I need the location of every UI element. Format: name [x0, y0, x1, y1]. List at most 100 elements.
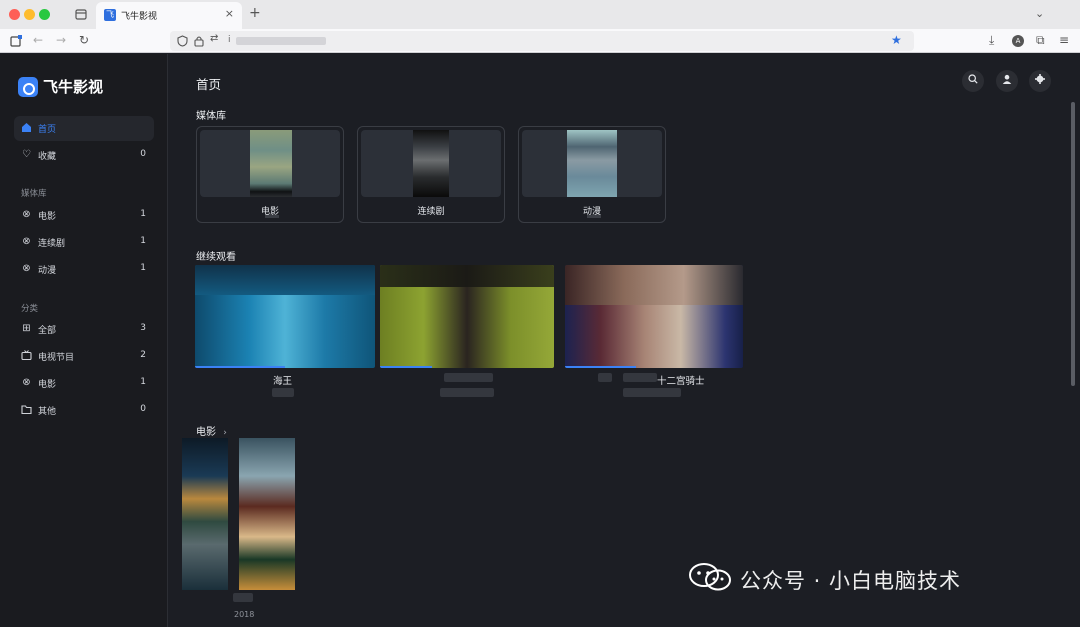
tv-icon — [21, 350, 32, 361]
tab-close-icon[interactable]: × — [225, 7, 234, 20]
continue-card-aquaman[interactable] — [195, 265, 375, 368]
library-card-label: 连续剧 — [417, 207, 445, 217]
downloads-icon[interactable]: ⤓ — [989, 33, 994, 48]
back-icon[interactable]: ← — [33, 33, 43, 47]
sidebar-item-favorites[interactable]: ♡ 收藏 0 — [14, 143, 154, 168]
tab-list-chevron-icon[interactable]: ⌄ — [1035, 7, 1044, 20]
sidebar-item-category-all[interactable]: ⊞ 全部 3 — [14, 317, 154, 342]
film-reel-icon: ⊗ — [22, 377, 31, 388]
minimize-window-button[interactable] — [24, 9, 35, 20]
sidebar-item-count: 3 — [140, 323, 146, 333]
main-content: 首页 媒体库 电影 连续剧 动漫 继续观看 海王 十二宫骑士 电影 › 2018 — [169, 54, 1080, 627]
new-tab-icon[interactable]: + — [249, 5, 261, 21]
sidebar-item-label: 电影 — [38, 380, 57, 390]
sidebar: 飞牛影视 首页 ♡ 收藏 0 媒体库 ⊗ 电影 1 ⊗ 连续剧 1 ⊗ 动漫 1… — [0, 54, 168, 627]
sidebar-item-label: 连续剧 — [38, 239, 66, 249]
watch-progress-bar — [195, 366, 285, 368]
lock-icon[interactable] — [194, 35, 204, 47]
account-icon[interactable]: A — [1012, 35, 1024, 47]
shield-icon[interactable] — [177, 35, 188, 47]
browser-window: 飞 飞牛影视 × + ⌄ ← → ↻ ⇄ i ★ ⤓ A ⧉ ≡ 飞牛影视 首页… — [0, 0, 1080, 627]
movie-poster-2[interactable] — [239, 438, 295, 590]
user-button[interactable] — [996, 70, 1018, 92]
library-card-anime[interactable]: 动漫 — [518, 126, 666, 223]
movie-title-redacted — [233, 593, 253, 602]
library-thumbnail — [361, 130, 501, 197]
continue-card-redacted — [623, 373, 657, 382]
tab-overview-icon[interactable] — [75, 9, 87, 20]
chevron-right-icon: › — [223, 428, 227, 438]
sidebar-item-label: 电影 — [38, 212, 57, 222]
sidebar-item-count: 1 — [140, 209, 146, 219]
sidebar-item-library-series[interactable]: ⊗ 连续剧 1 — [14, 230, 154, 255]
app-name: 飞牛影视 — [43, 78, 104, 96]
sidebar-item-label: 全部 — [38, 326, 57, 336]
url-text: i — [228, 35, 231, 45]
maximize-window-button[interactable] — [39, 9, 50, 20]
movies-heading[interactable]: 电影 › — [196, 423, 227, 438]
sidebar-item-label: 动漫 — [38, 266, 57, 276]
sidebar-item-count: 2 — [140, 350, 146, 360]
wechat-logo-icon — [689, 563, 731, 591]
sidebar-toggle-icon[interactable] — [10, 35, 22, 47]
continue-card-2[interactable] — [380, 265, 554, 368]
sidebar-item-category-other[interactable]: 其他 0 — [14, 398, 154, 423]
category-section-label: 分类 — [21, 304, 39, 314]
library-card-redacted — [587, 215, 601, 218]
settings-button[interactable] — [1029, 70, 1051, 92]
extensions-icon[interactable]: ⧉ — [1036, 33, 1045, 48]
sidebar-item-category-movies[interactable]: ⊗ 电影 1 — [14, 371, 154, 396]
continue-card-redacted — [444, 373, 493, 382]
url-redacted — [236, 37, 326, 45]
logo-icon — [18, 76, 38, 97]
gear-icon — [1035, 74, 1045, 84]
menu-icon[interactable]: ≡ — [1059, 33, 1069, 47]
tab-title: 飞牛影视 — [121, 12, 158, 22]
continue-card-zodiac-knights[interactable] — [565, 265, 743, 368]
search-button[interactable] — [962, 70, 984, 92]
grid-icon: ⊞ — [22, 323, 31, 334]
sidebar-item-count: 1 — [140, 236, 146, 246]
poster-image — [250, 130, 292, 197]
address-bar[interactable]: ⇄ i ★ — [170, 31, 914, 51]
poster-image — [413, 130, 449, 197]
watch-progress-bar — [380, 366, 433, 368]
forward-icon[interactable]: → — [56, 33, 66, 47]
sidebar-item-home[interactable]: 首页 — [14, 116, 154, 141]
continue-card-redacted — [623, 388, 681, 397]
movie-poster-1[interactable] — [182, 438, 228, 590]
close-window-button[interactable] — [9, 9, 20, 20]
bookmark-star-icon[interactable]: ★ — [891, 33, 902, 47]
sidebar-item-label: 其他 — [38, 407, 57, 417]
library-thumbnail — [200, 130, 340, 197]
sidebar-item-label: 收藏 — [38, 152, 57, 162]
continue-card-redacted — [272, 388, 294, 397]
home-icon — [22, 123, 31, 132]
film-reel-icon: ⊗ — [22, 209, 31, 220]
tab-favicon-icon: 飞 — [104, 9, 116, 21]
sidebar-item-library-anime[interactable]: ⊗ 动漫 1 — [14, 257, 154, 282]
sidebar-item-library-movies[interactable]: ⊗ 电影 1 — [14, 203, 154, 228]
movies-heading-label: 电影 — [196, 427, 216, 438]
continue-card-redacted — [440, 388, 494, 397]
poster-image — [567, 130, 617, 197]
watch-progress-bar — [565, 366, 637, 368]
sidebar-item-category-tv[interactable]: 电视节目 2 — [14, 344, 154, 369]
library-thumbnail — [522, 130, 662, 197]
library-card-redacted — [265, 215, 279, 218]
reload-icon[interactable]: ↻ — [79, 33, 89, 47]
search-icon — [968, 74, 978, 84]
library-card-movies[interactable]: 电影 — [196, 126, 344, 223]
scrollbar[interactable] — [1071, 102, 1075, 386]
sidebar-item-label: 首页 — [38, 125, 57, 135]
app-logo[interactable]: 飞牛影视 — [18, 76, 103, 97]
page-title: 首页 — [196, 77, 222, 92]
user-icon — [1002, 74, 1012, 84]
continue-card-redacted — [598, 373, 612, 382]
continue-watching-heading: 继续观看 — [196, 252, 236, 263]
sidebar-item-count: 1 — [140, 377, 146, 387]
site-permissions-icon[interactable]: ⇄ — [210, 33, 218, 44]
media-library-heading: 媒体库 — [196, 111, 226, 122]
browser-tab[interactable]: 飞 飞牛影视 × — [96, 2, 242, 29]
library-card-series[interactable]: 连续剧 — [357, 126, 505, 223]
